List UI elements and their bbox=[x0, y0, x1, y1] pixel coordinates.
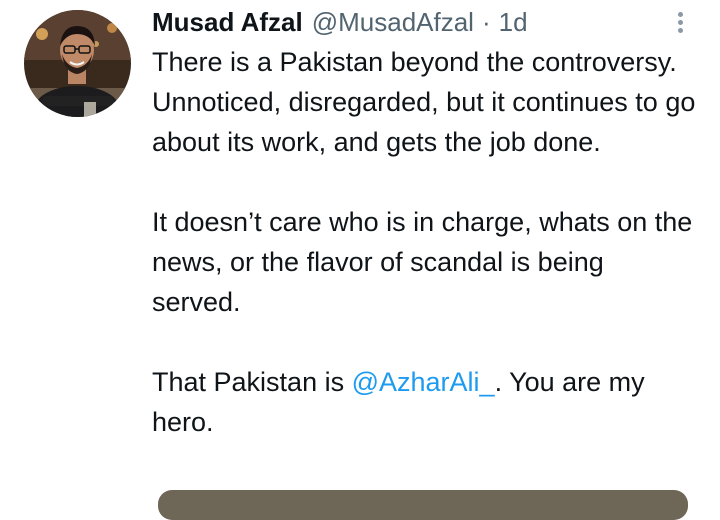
tweet-header: Musad Afzal @MusadAfzal · 1d bbox=[152, 4, 528, 40]
mention-link[interactable]: @AzharAli_ bbox=[352, 367, 495, 397]
more-options-button[interactable] bbox=[664, 6, 696, 38]
avatar-photo bbox=[24, 10, 131, 117]
tweet: Musad Afzal @MusadAfzal · 1d There is a … bbox=[0, 0, 720, 520]
more-vertical-icon-dot bbox=[677, 27, 683, 33]
author-display-name[interactable]: Musad Afzal bbox=[152, 4, 303, 40]
author-handle[interactable]: @MusadAfzal bbox=[312, 4, 474, 40]
header-separator: · bbox=[481, 7, 491, 37]
tweet-paragraph-3: That Pakistan is @AzharAli_. You are my … bbox=[152, 362, 697, 442]
more-vertical-icon bbox=[677, 11, 683, 17]
tweet-paragraph-2: It doesn’t care who is in charge, whats … bbox=[152, 207, 693, 317]
tweet-text: There is a Pakistan beyond the controver… bbox=[152, 42, 697, 442]
avatar[interactable] bbox=[24, 10, 131, 117]
paragraph-3-prefix: That Pakistan is bbox=[152, 367, 352, 397]
tweet-paragraph-1: There is a Pakistan beyond the controver… bbox=[152, 47, 696, 157]
tweet-media-preview[interactable] bbox=[158, 490, 688, 520]
more-vertical-icon-dot bbox=[677, 19, 683, 25]
tweet-timestamp[interactable]: 1d bbox=[499, 4, 528, 40]
